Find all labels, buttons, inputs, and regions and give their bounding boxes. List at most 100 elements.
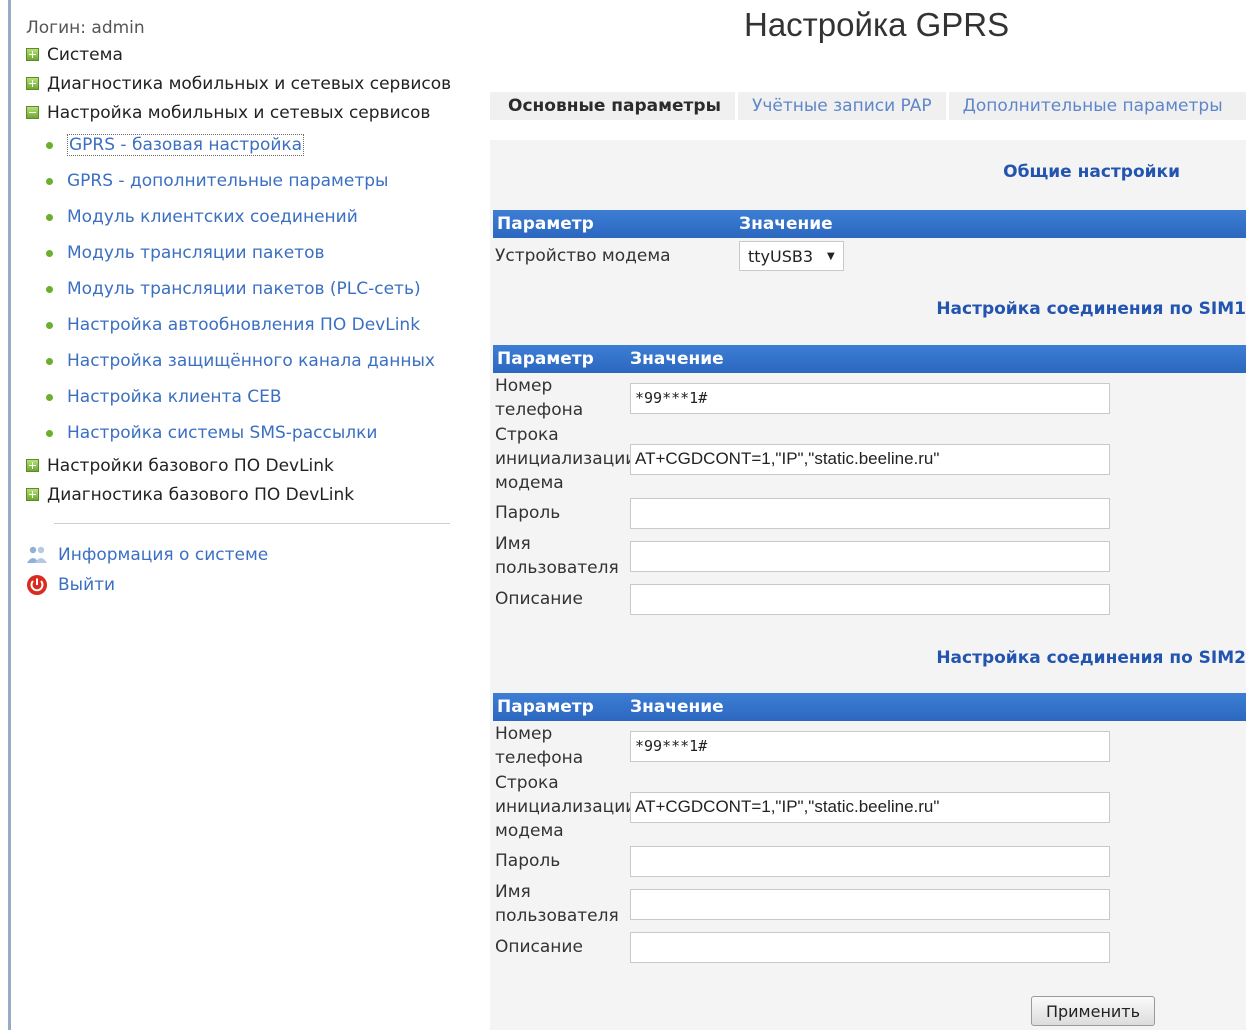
sidebar-item-devlink-diagnostics[interactable]: Диагностика базового ПО DevLink (26, 480, 466, 509)
table-row: Описание (493, 929, 1246, 965)
sidebar-item-mobile-settings[interactable]: Настройка мобильных и сетевых сервисов (26, 98, 466, 127)
table-header: Параметр Значение (493, 345, 1246, 373)
tab-bar: Основные параметры Учётные записи PAP До… (490, 92, 1246, 120)
bullet-icon (46, 357, 53, 365)
table-row: Строка инициализации модема (493, 771, 1246, 843)
section-title-sim1: Настройка соединения по SIM1 (936, 299, 1246, 319)
sim2-password-input[interactable] (630, 845, 1110, 877)
tab-additional-params[interactable]: Дополнительные параметры (949, 92, 1237, 120)
sidebar-subitem-label: Модуль клиентских соединений (67, 207, 358, 227)
sidebar-subitem-label: GPRS - дополнительные параметры (67, 171, 389, 191)
sim1-phone-input[interactable] (630, 382, 1110, 414)
bullet-icon (46, 177, 53, 185)
bullet-icon (46, 285, 53, 293)
sidebar-item-label: Диагностика базового ПО DevLink (47, 484, 355, 505)
column-header-param: Параметр (497, 697, 594, 717)
sidebar-subitem-ceb-client[interactable]: Настройка клиента CEB (46, 379, 466, 415)
sim2-init-string-input[interactable] (630, 791, 1110, 823)
apply-button[interactable]: Применить (1031, 996, 1155, 1026)
sidebar-subitem-label: Настройка системы SMS-рассылки (67, 423, 378, 443)
sidebar-subitem-label: Модуль трансляции пакетов (PLC-сеть) (67, 279, 421, 299)
sidebar-subitem-secure-channel[interactable]: Настройка защищённого канала данных (46, 343, 466, 379)
sidebar-item-label: Настройка мобильных и сетевых сервисов (47, 102, 431, 123)
sim1-settings-table: Параметр Значение Номер телефона Строка … (493, 345, 1246, 617)
column-header-value: Значение (630, 349, 724, 369)
sidebar-subitem-label: Настройка автообновления ПО DevLink (67, 315, 421, 335)
tab-main-params[interactable]: Основные параметры (490, 92, 735, 120)
column-header-value: Значение (630, 697, 724, 717)
table-header: Параметр Значение (493, 210, 1246, 238)
tab-pap-accounts[interactable]: Учётные записи PAP (738, 92, 946, 120)
sim1-username-input[interactable] (630, 540, 1110, 572)
table-row: Устройство модема ttyUSB3 ▼ (493, 238, 1246, 274)
info-people-icon (26, 544, 48, 566)
sidebar-subitem-label: Настройка защищённого канала данных (67, 351, 435, 371)
modem-device-select[interactable]: ttyUSB3 ▼ (739, 241, 844, 271)
sidebar: Логин: admin Система Диагностика мобильн… (26, 18, 466, 600)
power-icon (26, 574, 48, 596)
column-header-value: Значение (739, 214, 833, 234)
bullet-icon (46, 429, 53, 437)
sidebar-item-devlink-settings[interactable]: Настройки базового ПО DevLink (26, 451, 466, 480)
left-frame-border (8, 0, 11, 1030)
sim2-username-input[interactable] (630, 888, 1110, 920)
table-row: Пароль (493, 843, 1246, 879)
logout-link[interactable]: Выйти (26, 570, 466, 600)
system-info-label: Информация о системе (58, 545, 269, 565)
system-info-link[interactable]: Информация о системе (26, 540, 466, 570)
phone-number-label: Номер телефона (495, 724, 584, 768)
username-label: Имя пользователя (495, 534, 619, 578)
table-row: Пароль (493, 495, 1246, 531)
table-row: Имя пользователя (493, 531, 1246, 581)
section-title-sim2: Настройка соединения по SIM2 (936, 648, 1246, 668)
username-label: Имя пользователя (495, 882, 619, 926)
expand-icon (26, 48, 39, 61)
sidebar-subitem-gprs-basic[interactable]: GPRS - базовая настройка (46, 127, 466, 163)
sidebar-subitem-sms[interactable]: Настройка системы SMS-рассылки (46, 415, 466, 451)
sidebar-item-label: Система (47, 44, 123, 65)
sidebar-subitem-packet-translation[interactable]: Модуль трансляции пакетов (46, 235, 466, 271)
bullet-icon (46, 249, 53, 257)
password-label: Пароль (495, 503, 561, 523)
logout-label: Выйти (58, 575, 116, 595)
sim1-description-input[interactable] (630, 583, 1110, 615)
table-header: Параметр Значение (493, 693, 1246, 721)
section-title-general: Общие настройки (1003, 162, 1180, 182)
table-row: Номер телефона (493, 721, 1246, 771)
collapse-icon (26, 106, 39, 119)
expand-icon (26, 77, 39, 90)
sidebar-subitem-gprs-extra[interactable]: GPRS - дополнительные параметры (46, 163, 466, 199)
column-header-param: Параметр (497, 214, 594, 234)
login-label: Логин: admin (26, 18, 145, 38)
password-label: Пароль (495, 851, 561, 871)
sidebar-subitem-packet-translation-plc[interactable]: Модуль трансляции пакетов (PLC-сеть) (46, 271, 466, 307)
main-panel: Общие настройки Параметр Значение Устрой… (490, 140, 1246, 1030)
bullet-icon (46, 213, 53, 221)
bullet-icon (46, 141, 53, 149)
sim2-settings-table: Параметр Значение Номер телефона Строка … (493, 693, 1246, 965)
sidebar-subitem-autoupdate[interactable]: Настройка автообновления ПО DevLink (46, 307, 466, 343)
table-row: Имя пользователя (493, 879, 1246, 929)
sidebar-item-diagnostics-mobile[interactable]: Диагностика мобильных и сетевых сервисов (26, 69, 466, 98)
sidebar-item-system[interactable]: Система (26, 40, 466, 69)
page-title: Настройка GPRS (744, 6, 1010, 43)
sim1-init-string-input[interactable] (630, 443, 1110, 475)
table-row: Описание (493, 581, 1246, 617)
sidebar-subitem-label: GPRS - базовая настройка (67, 134, 305, 156)
sidebar-subitem-label: Модуль трансляции пакетов (67, 243, 325, 263)
sim2-phone-input[interactable] (630, 730, 1110, 762)
expand-icon (26, 488, 39, 501)
sim2-description-input[interactable] (630, 931, 1110, 963)
sim1-password-input[interactable] (630, 497, 1110, 529)
sidebar-item-label: Диагностика мобильных и сетевых сервисов (47, 73, 452, 94)
column-header-param: Параметр (497, 349, 594, 369)
table-row: Номер телефона (493, 373, 1246, 423)
modem-device-value: ttyUSB3 (748, 246, 814, 266)
general-settings-table: Параметр Значение Устройство модема ttyU… (493, 210, 1246, 274)
bullet-icon (46, 321, 53, 329)
modem-device-label: Устройство модема (495, 246, 671, 266)
description-label: Описание (495, 937, 583, 957)
init-string-label: Строка инициализации модема (495, 773, 637, 841)
sidebar-subitem-label: Настройка клиента CEB (67, 387, 282, 407)
sidebar-subitem-client-connections[interactable]: Модуль клиентских соединений (46, 199, 466, 235)
